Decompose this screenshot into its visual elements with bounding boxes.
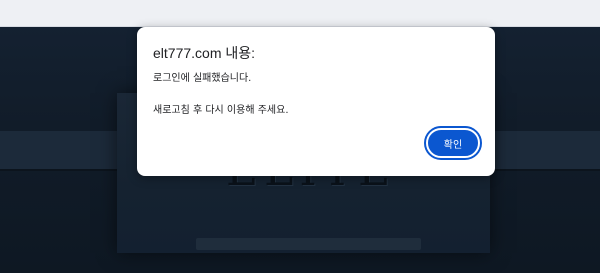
dialog-message-line1: 로그인에 실패했습니다.	[153, 73, 252, 84]
login-input-hint	[196, 238, 421, 250]
dialog-message-line2: 새로고침 후 다시 이용해 주세요.	[153, 105, 289, 116]
alert-dialog: elt777.com 내용: 로그인에 실패했습니다. 새로고침 후 다시 이용…	[137, 27, 495, 176]
dialog-title: elt777.com 내용:	[153, 45, 256, 61]
browser-top-bar	[0, 0, 600, 27]
confirm-button[interactable]: 확인	[424, 126, 482, 160]
